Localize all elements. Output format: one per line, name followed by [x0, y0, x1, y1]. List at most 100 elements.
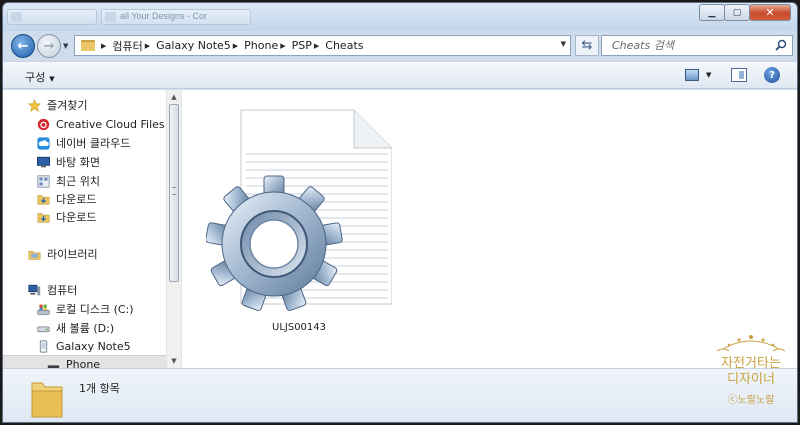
sidebar-item-naver-cloud[interactable]: 네이버 클라우드 [36, 134, 181, 152]
item-count: 1개 항목 [79, 382, 120, 395]
sidebar-item-volume-d[interactable]: 새 볼륨 (D:) [36, 319, 181, 337]
arrow-left-icon: ← [17, 38, 29, 54]
sidebar-item-phone[interactable]: Phone [3, 355, 166, 368]
address-history-dropdown[interactable]: ▼ [561, 40, 566, 48]
sidebar-item-label: 다운로드 [56, 193, 97, 206]
chevron-right-icon[interactable]: ▶ [233, 42, 238, 50]
chevron-right-icon[interactable]: ▶ [314, 42, 319, 50]
minimize-button[interactable]: ▁ [699, 4, 725, 21]
watermark: 자전거타는 디자이너 ⓒ노랄노랄 [709, 331, 793, 406]
file-item[interactable]: ULJS00143 [205, 104, 393, 336]
taskbar-tab-1[interactable] [7, 9, 97, 25]
breadcrumb-galaxy-note5[interactable]: Galaxy Note5 [156, 39, 231, 52]
breadcrumb-cheats[interactable]: Cheats [325, 39, 363, 52]
sidebar-item-label: 다운로드 [56, 211, 97, 224]
sidebar-item-label: 컴퓨터 [47, 284, 78, 297]
back-button[interactable]: ← [11, 34, 35, 58]
breadcrumb-phone[interactable]: Phone [244, 39, 278, 52]
search-input[interactable] [602, 36, 772, 55]
star-icon [27, 98, 42, 112]
organize-label: 구성 [25, 71, 46, 84]
search-box[interactable] [601, 35, 793, 56]
watermark-line-1: 자전거타는 [721, 356, 781, 371]
tab-icon [11, 12, 22, 22]
crown-ornament-icon [716, 335, 786, 352]
refresh-button[interactable]: ⇆ [575, 35, 599, 56]
recent-places-icon [37, 174, 50, 188]
title-bar[interactable]: all Your Designs - Cor ▁ ▢ ✕ [3, 3, 797, 31]
folder-icon [81, 40, 95, 51]
window-controls: ▁ ▢ ✕ [699, 4, 791, 22]
download-folder-icon [37, 212, 50, 223]
chevron-down-icon: ▼ [49, 75, 55, 83]
command-toolbar: 구성 ▼ ▼ ? [3, 61, 797, 89]
sidebar-computer[interactable]: 컴퓨터 [27, 281, 181, 299]
navigation-scrollbar[interactable]: ▲ ▼ [166, 90, 181, 368]
creative-cloud-icon [37, 118, 50, 130]
sidebar-item-label: Galaxy Note5 [56, 339, 131, 353]
scroll-down-arrow[interactable]: ▼ [167, 354, 181, 368]
preview-pane-icon[interactable] [731, 68, 747, 82]
watermark-line-3: ⓒ노랄노랄 [727, 395, 775, 406]
sidebar-item-label: 새 볼륨 (D:) [56, 322, 115, 335]
organize-button[interactable]: 구성 ▼ [25, 69, 55, 85]
file-list-pane[interactable]: ULJS00143 [184, 90, 797, 368]
sidebar-item-label: 바탕 화면 [56, 156, 100, 169]
refresh-icon: ⇆ [581, 38, 593, 53]
desktop-icon [37, 156, 50, 167]
sidebar-item-creative-cloud[interactable]: Creative Cloud Files [36, 115, 181, 133]
sidebar-item-label: Phone [66, 358, 101, 368]
recent-pages-dropdown[interactable]: ▼ [63, 42, 68, 50]
computer-icon [28, 284, 41, 295]
local-disk-icon [37, 304, 50, 315]
breadcrumb-computer[interactable]: 컴퓨터 [112, 38, 142, 54]
navigation-bar: ← → ▼ ▶ 컴퓨터 ▶ Galaxy Note5 ▶ Phone ▶ PSP… [3, 31, 797, 61]
details-pane: 1개 항목 [3, 368, 797, 422]
sidebar-item-galaxy-note5[interactable]: Galaxy Note5 [36, 337, 181, 355]
sidebar-item-local-disk-c[interactable]: 로컬 디스크 (C:) [36, 300, 181, 318]
maximize-button[interactable]: ▢ [724, 4, 750, 21]
chevron-right-icon[interactable]: ▶ [145, 42, 150, 50]
sidebar-libraries[interactable]: 라이브러리 [27, 245, 181, 263]
close-icon: ✕ [765, 6, 775, 19]
taskbar-tab-2[interactable]: all Your Designs - Cor [101, 9, 251, 25]
arrow-right-icon: → [43, 38, 55, 54]
sidebar-item-label: 즐겨찾기 [47, 99, 88, 112]
sidebar-item-label: 라이브러리 [47, 248, 98, 261]
minimize-icon: ▁ [708, 7, 716, 18]
phone-storage-icon [47, 365, 60, 368]
forward-button[interactable]: → [37, 34, 61, 58]
folder-icon [31, 382, 63, 418]
chevron-right-icon[interactable]: ▶ [101, 42, 106, 50]
sidebar-item-label: 네이버 클라우드 [56, 137, 131, 150]
search-icon[interactable] [775, 39, 787, 51]
watermark-line-2: 디자이너 [727, 372, 775, 387]
scroll-up-arrow[interactable]: ▲ [167, 90, 181, 104]
scrollbar-thumb[interactable] [169, 104, 179, 282]
breadcrumb-psp[interactable]: PSP [292, 39, 312, 52]
sidebar-item-downloads-1[interactable]: 다운로드 [36, 190, 181, 208]
sidebar-favorites[interactable]: 즐겨찾기 [27, 96, 181, 114]
drive-icon [37, 325, 50, 332]
explorer-window: all Your Designs - Cor ▁ ▢ ✕ ← → ▼ ▶ 컴퓨터… [2, 2, 798, 423]
change-view-icon[interactable] [685, 69, 699, 81]
sidebar-item-label: 로컬 디스크 (C:) [56, 303, 134, 316]
chevron-right-icon[interactable]: ▶ [280, 42, 285, 50]
cloud-icon [37, 136, 50, 150]
close-button[interactable]: ✕ [749, 4, 791, 21]
system-file-gear-icon [205, 109, 393, 311]
sidebar-item-recent-places[interactable]: 최근 위치 [36, 172, 181, 190]
maximize-icon: ▢ [732, 7, 742, 18]
help-icon[interactable]: ? [764, 67, 780, 83]
download-folder-icon [37, 194, 50, 205]
file-name[interactable]: ULJS00143 [206, 322, 392, 333]
navigation-pane: 즐겨찾기 Creative Cloud Files 네이버 클라우드 바탕 화면… [3, 90, 181, 368]
library-icon [28, 250, 41, 260]
tab-title: all Your Designs - Cor [120, 11, 208, 21]
view-options-dropdown[interactable]: ▼ [706, 71, 711, 79]
sidebar-item-downloads-2[interactable]: 다운로드 [36, 208, 181, 226]
tab-icon [105, 12, 116, 22]
sidebar-item-desktop[interactable]: 바탕 화면 [36, 153, 181, 171]
address-bar[interactable]: ▶ 컴퓨터 ▶ Galaxy Note5 ▶ Phone ▶ PSP ▶ Che… [74, 35, 571, 56]
phone-device-icon [39, 339, 48, 353]
